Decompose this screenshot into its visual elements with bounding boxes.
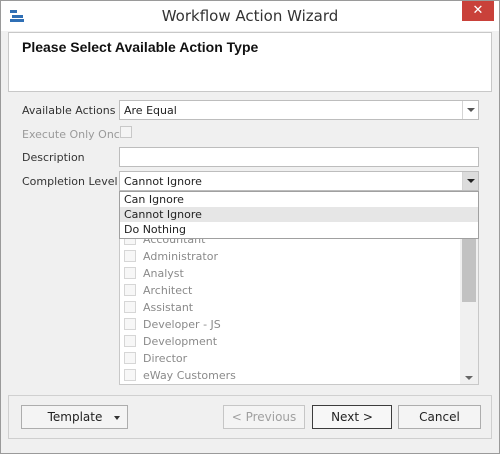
completion-level-dropdown[interactable]: Can Ignore Cannot Ignore Do Nothing	[119, 191, 479, 239]
role-label: Development	[143, 335, 218, 348]
role-label: eWay Customers	[143, 369, 236, 382]
template-button[interactable]: Template	[21, 405, 128, 429]
execute-only-once-checkbox[interactable]	[120, 126, 132, 138]
next-button[interactable]: Next >	[312, 405, 392, 429]
page-title: Please Select Available Action Type	[22, 39, 259, 55]
available-actions-value: Are Equal	[124, 104, 177, 117]
dropdown-option-cannot-ignore[interactable]: Cannot Ignore	[120, 207, 478, 222]
role-checkbox[interactable]	[124, 352, 136, 364]
role-label: Director	[143, 352, 188, 365]
wizard-window: Workflow Action Wizard ✕ Please Select A…	[0, 0, 500, 454]
window-title: Workflow Action Wizard	[161, 7, 339, 25]
role-checkbox[interactable]	[124, 284, 136, 296]
description-field[interactable]	[119, 147, 479, 167]
completion-level-value: Cannot Ignore	[124, 175, 202, 188]
cancel-button[interactable]: Cancel	[398, 405, 481, 429]
role-label: Architect	[143, 284, 193, 297]
scroll-down-icon[interactable]	[465, 376, 473, 380]
execute-only-once-label: Execute Only Once	[22, 128, 127, 141]
role-label: Assistant	[143, 301, 194, 314]
dropdown-option-can-ignore[interactable]: Can Ignore	[120, 192, 478, 207]
chevron-down-icon	[467, 179, 475, 183]
role-checkbox[interactable]	[124, 301, 136, 313]
chevron-down-icon	[467, 108, 475, 112]
header-panel: Please Select Available Action Type	[8, 32, 492, 92]
completion-level-dropdown-button[interactable]	[462, 172, 478, 190]
completion-level-select[interactable]: Cannot Ignore	[119, 171, 479, 191]
role-checkbox[interactable]	[124, 318, 136, 330]
role-checkbox[interactable]	[124, 369, 136, 381]
dropdown-option-do-nothing[interactable]: Do Nothing	[120, 222, 478, 237]
close-icon: ✕	[472, 3, 484, 18]
available-actions-select[interactable]: Are Equal	[119, 100, 479, 120]
description-label: Description	[22, 151, 85, 164]
scrollbar-thumb[interactable]	[462, 234, 476, 302]
previous-button[interactable]: < Previous	[223, 405, 305, 429]
role-checkbox[interactable]	[124, 335, 136, 347]
available-actions-label: Available Actions	[22, 104, 116, 117]
completion-level-label: Completion Level	[22, 175, 118, 188]
role-label: Analyst	[143, 267, 184, 280]
role-checkbox[interactable]	[124, 267, 136, 279]
close-button[interactable]: ✕	[462, 1, 494, 21]
roles-scrollbar[interactable]	[460, 224, 478, 384]
roles-list[interactable]: Accountant Administrator Analyst Archite…	[119, 223, 479, 385]
role-checkbox[interactable]	[124, 250, 136, 262]
role-label: Administrator	[143, 250, 218, 263]
role-label: Developer - JS	[143, 318, 221, 331]
chevron-down-icon	[114, 416, 120, 420]
available-actions-dropdown-button[interactable]	[462, 101, 478, 119]
title-bar: Workflow Action Wizard ✕	[1, 1, 499, 31]
